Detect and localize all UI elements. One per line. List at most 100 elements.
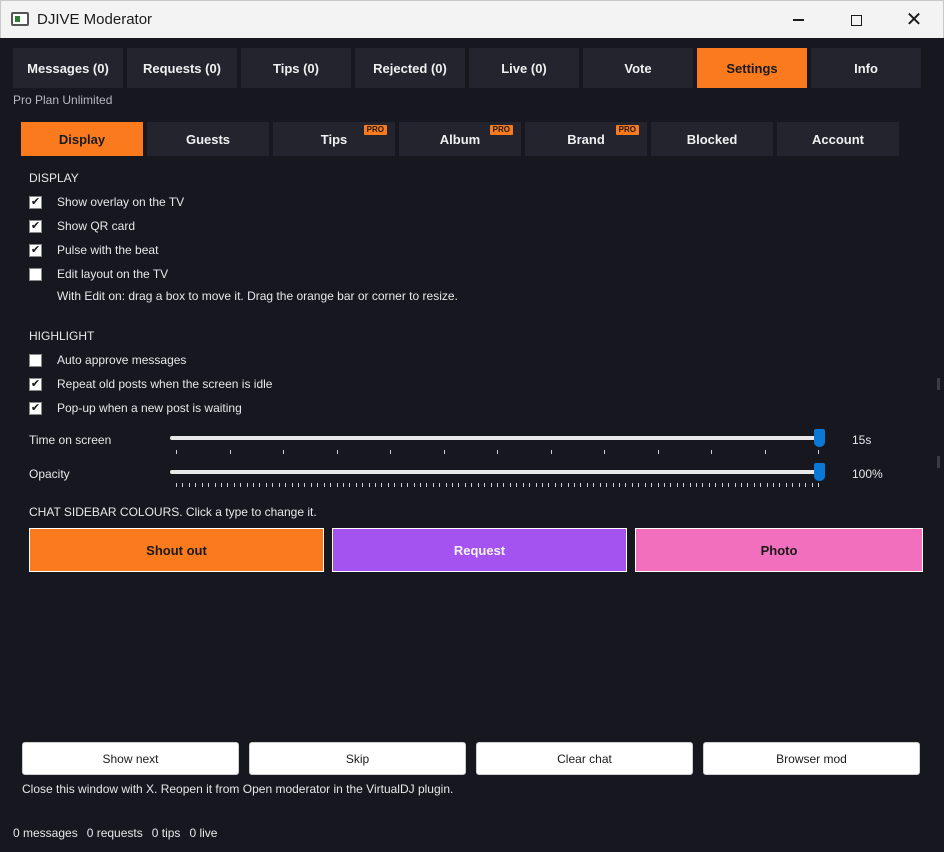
option-label: Edit layout on the TV — [57, 267, 169, 281]
slider-tick — [381, 483, 382, 487]
subtab-label: Display — [58, 131, 106, 147]
edit-hint: With Edit on: drag a box to move it. Dra… — [57, 289, 458, 303]
slider-tick — [587, 483, 588, 487]
subtab-blocked[interactable]: Blocked — [651, 122, 773, 156]
slider-tick — [356, 483, 357, 487]
slider-tick — [221, 483, 222, 487]
tab-tips[interactable]: Tips (0) — [241, 48, 351, 88]
slider-tick — [711, 450, 712, 454]
option-auto-approve[interactable]: Auto approve messages — [29, 352, 186, 368]
slider-tick — [283, 450, 284, 454]
colour-request-button[interactable]: Request — [332, 528, 627, 572]
slider-tick — [658, 483, 659, 487]
subtab-account[interactable]: Account — [777, 122, 899, 156]
checkbox[interactable] — [29, 267, 42, 281]
slider-tick — [388, 483, 389, 487]
opacity-value: 100% — [852, 467, 883, 481]
slider-tick — [452, 483, 453, 487]
slider-tick — [182, 483, 183, 487]
slider-tick — [491, 483, 492, 487]
slider-thumb[interactable] — [814, 429, 825, 447]
slider-tick — [548, 483, 549, 487]
slider-tick — [683, 483, 684, 487]
slider-tick — [337, 483, 338, 487]
slider-tick — [298, 483, 299, 487]
slider-tick — [542, 483, 543, 487]
tab-live[interactable]: Live (0) — [469, 48, 579, 88]
checkbox[interactable]: ✔ — [29, 243, 42, 257]
checkbox[interactable]: ✔ — [29, 401, 42, 415]
opacity-slider[interactable] — [170, 463, 825, 481]
option-popup-waiting[interactable]: ✔ Pop-up when a new post is waiting — [29, 400, 242, 416]
slider-tick — [779, 483, 780, 487]
subtab-tips[interactable]: Tips PRO — [273, 122, 395, 156]
subtab-display[interactable]: Display — [21, 122, 143, 156]
slider-tick — [645, 483, 646, 487]
time-on-screen-slider[interactable] — [170, 429, 825, 447]
checkbox[interactable]: ✔ — [29, 377, 42, 391]
slider-tick — [664, 483, 665, 487]
close-button[interactable]: ✕ — [885, 1, 943, 39]
window-title: DJIVE Moderator — [37, 11, 153, 28]
slider-tick — [401, 483, 402, 487]
option-repeat-old[interactable]: ✔ Repeat old posts when the screen is id… — [29, 376, 272, 392]
subtab-album[interactable]: Album PRO — [399, 122, 521, 156]
time-on-screen-value: 15s — [852, 433, 872, 447]
option-edit-layout[interactable]: Edit layout on the TV — [29, 266, 168, 282]
checkbox[interactable] — [29, 353, 42, 367]
slider-tick — [266, 483, 267, 487]
opacity-label: Opacity — [29, 467, 70, 481]
status-live: 0 live — [189, 826, 218, 840]
skip-button[interactable]: Skip — [249, 742, 466, 775]
slider-tick — [619, 483, 620, 487]
slider-thumb[interactable] — [814, 463, 825, 481]
colour-photo-button[interactable]: Photo — [635, 528, 923, 572]
scrollbar-thumb[interactable] — [937, 378, 940, 390]
slider-tick — [747, 483, 748, 487]
slider-tick — [202, 483, 203, 487]
maximize-icon — [850, 14, 862, 26]
tab-settings[interactable]: Settings — [697, 48, 807, 88]
slider-tick — [812, 483, 813, 487]
slider-tick — [369, 483, 370, 487]
tab-requests[interactable]: Requests (0) — [127, 48, 237, 88]
slider-tick — [458, 483, 459, 487]
slider-tick — [690, 483, 691, 487]
slider-tick — [304, 483, 305, 487]
tab-info[interactable]: Info — [811, 48, 921, 88]
option-show-overlay[interactable]: ✔ Show overlay on the TV — [29, 194, 184, 210]
pro-badge: PRO — [363, 125, 387, 135]
slider-tick — [394, 483, 395, 487]
colour-shout-out-button[interactable]: Shout out — [29, 528, 324, 572]
slider-tick — [760, 483, 761, 487]
checkbox[interactable]: ✔ — [29, 219, 42, 233]
clear-chat-button[interactable]: Clear chat — [476, 742, 693, 775]
slider-tick — [444, 450, 445, 454]
slider-tick — [818, 450, 819, 454]
chat-colours-title: CHAT SIDEBAR COLOURS. Click a type to ch… — [29, 505, 317, 519]
tab-rejected[interactable]: Rejected (0) — [355, 48, 465, 88]
slider-tick — [574, 483, 575, 487]
slider-tick — [420, 483, 421, 487]
subtab-guests[interactable]: Guests — [147, 122, 269, 156]
tab-messages[interactable]: Messages (0) — [13, 48, 123, 88]
title-bar: DJIVE Moderator ✕ — [0, 0, 944, 38]
slider-tick — [330, 483, 331, 487]
show-next-button[interactable]: Show next — [22, 742, 239, 775]
browser-mod-button[interactable]: Browser mod — [703, 742, 920, 775]
slider-tick — [471, 483, 472, 487]
subtab-label: Brand — [567, 131, 605, 147]
option-show-qr[interactable]: ✔ Show QR card — [29, 218, 135, 234]
maximize-button[interactable] — [827, 1, 885, 39]
slider-tick — [227, 483, 228, 487]
slider-tick — [792, 483, 793, 487]
option-pulse-beat[interactable]: ✔ Pulse with the beat — [29, 242, 158, 258]
checkbox[interactable]: ✔ — [29, 195, 42, 209]
subtab-label: Blocked — [686, 131, 738, 147]
subtab-brand[interactable]: Brand PRO — [525, 122, 647, 156]
slider-tick — [343, 483, 344, 487]
tab-vote[interactable]: Vote — [583, 48, 693, 88]
scrollbar-thumb[interactable] — [937, 456, 940, 468]
minimize-button[interactable] — [769, 1, 827, 39]
status-bar: 0 messages 0 requests 0 tips 0 live — [13, 826, 217, 840]
